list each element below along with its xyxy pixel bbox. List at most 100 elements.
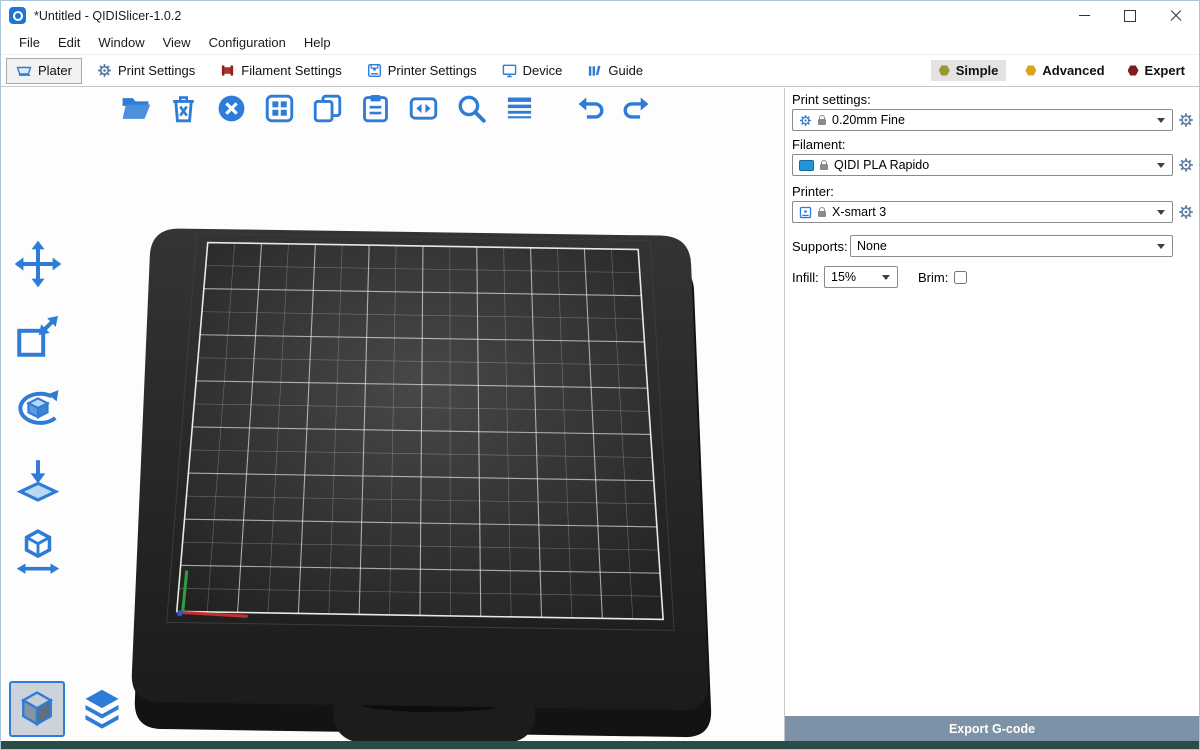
menu-window[interactable]: Window <box>89 32 153 53</box>
tab-device[interactable]: Device <box>492 58 573 83</box>
minimize-button[interactable] <box>1061 1 1107 30</box>
brim-checkbox[interactable] <box>954 271 967 284</box>
app-window: *Untitled - QIDISlicer-1.0.2 File Edit W… <box>0 0 1200 750</box>
layer-list-button[interactable] <box>501 90 538 127</box>
tab-plater[interactable]: Plater <box>6 58 82 84</box>
menu-edit[interactable]: Edit <box>49 32 89 53</box>
infill-combo[interactable]: 15% <box>824 266 898 288</box>
simple-mode-icon <box>939 65 950 76</box>
measure-tool-button[interactable] <box>9 524 67 580</box>
infill-value: 15% <box>831 270 856 284</box>
search-button[interactable] <box>453 90 490 127</box>
print-settings-edit-button[interactable] <box>1177 110 1195 130</box>
plater-icon <box>16 63 32 79</box>
menu-view[interactable]: View <box>154 32 200 53</box>
menu-help[interactable]: Help <box>295 32 340 53</box>
tab-print-settings-label: Print Settings <box>118 63 195 78</box>
printer-edit-button[interactable] <box>1177 202 1195 222</box>
delete-all-button[interactable] <box>213 90 250 127</box>
main-area: Print settings: 0.20mm Fine Filament: <box>1 88 1199 749</box>
split-icon <box>408 93 439 124</box>
view-toggles <box>9 681 130 737</box>
infill-label: Infill: <box>792 270 824 285</box>
cube-3d-view-icon <box>15 687 59 731</box>
layers-preview-icon <box>80 687 124 731</box>
expert-mode-icon <box>1128 65 1139 76</box>
print-settings-combo[interactable]: 0.20mm Fine <box>792 109 1173 131</box>
search-icon <box>456 93 487 124</box>
move-tool-button[interactable] <box>9 236 67 292</box>
export-gcode-button[interactable]: Export G-code <box>785 716 1199 741</box>
brim-label: Brim: <box>918 270 948 285</box>
maximize-button[interactable] <box>1107 1 1153 30</box>
lock-icon <box>818 211 826 217</box>
build-plate-3d[interactable] <box>1 88 784 749</box>
app-logo-icon <box>9 7 26 24</box>
paste-icon <box>360 93 391 124</box>
supports-label: Supports: <box>792 239 850 254</box>
lock-icon <box>820 164 828 170</box>
copy-icon <box>312 93 343 124</box>
print-profile-gear-icon <box>799 114 812 127</box>
tab-printer-settings[interactable]: Printer Settings <box>357 58 487 83</box>
tabbar: Plater Print Settings Filament Settings <box>1 55 1199 87</box>
gear-icon <box>1178 112 1194 128</box>
tab-guide[interactable]: Guide <box>577 58 653 83</box>
arrange-button[interactable] <box>261 90 298 127</box>
filament-edit-button[interactable] <box>1177 155 1195 175</box>
bottom-strip <box>1 741 1199 749</box>
gear-icon <box>1178 157 1194 173</box>
paste-button[interactable] <box>357 90 394 127</box>
device-monitor-icon <box>502 63 517 78</box>
filament-value: QIDI PLA Rapido <box>834 158 929 172</box>
tab-print-settings[interactable]: Print Settings <box>87 58 205 83</box>
supports-value: None <box>857 239 887 253</box>
place-on-face-tool-button[interactable] <box>9 452 67 508</box>
undo-button[interactable] <box>571 90 608 127</box>
redo-button[interactable] <box>619 90 656 127</box>
print-settings-label: Print settings: <box>792 92 1195 107</box>
open-folder-button[interactable] <box>117 90 154 127</box>
print-settings-value: 0.20mm Fine <box>832 113 905 127</box>
filament-label: Filament: <box>792 137 1195 152</box>
mode-advanced[interactable]: Advanced <box>1021 60 1108 81</box>
tab-plater-label: Plater <box>38 63 72 78</box>
printer-combo[interactable]: X-smart 3 <box>792 201 1173 223</box>
layers-preview-button[interactable] <box>74 681 130 737</box>
measure-icon <box>13 527 63 577</box>
place-on-face-icon <box>13 455 63 505</box>
window-title: *Untitled - QIDISlicer-1.0.2 <box>34 9 181 23</box>
mode-simple[interactable]: Simple <box>931 60 1007 81</box>
supports-combo[interactable]: None <box>850 235 1173 257</box>
menu-file[interactable]: File <box>10 32 49 53</box>
mode-simple-label: Simple <box>956 63 999 78</box>
viewport-3d <box>1 88 784 749</box>
scale-tool-button[interactable] <box>9 308 67 364</box>
rotate-icon <box>13 383 63 433</box>
rotate-tool-button[interactable] <box>9 380 67 436</box>
tab-guide-label: Guide <box>608 63 643 78</box>
copy-button[interactable] <box>309 90 346 127</box>
mode-expert[interactable]: Expert <box>1124 60 1189 81</box>
layer-list-icon <box>504 93 535 124</box>
filament-color-swatch <box>799 160 814 171</box>
window-controls <box>1061 1 1199 30</box>
z-axis-indicator <box>177 610 183 616</box>
sidebar: Print settings: 0.20mm Fine Filament: <box>784 88 1199 749</box>
mode-switcher: Simple Advanced Expert <box>931 60 1199 81</box>
tab-printer-settings-label: Printer Settings <box>388 63 477 78</box>
top-toolbar <box>117 90 656 127</box>
split-button[interactable] <box>405 90 442 127</box>
lock-icon <box>818 119 826 125</box>
editor-3d-view-button[interactable] <box>9 681 65 737</box>
menu-configuration[interactable]: Configuration <box>200 32 295 53</box>
mode-advanced-label: Advanced <box>1042 63 1104 78</box>
filament-combo[interactable]: QIDI PLA Rapido <box>792 154 1173 176</box>
left-toolbar <box>9 236 67 580</box>
guide-books-icon <box>587 63 602 78</box>
menubar: File Edit Window View Configuration Help <box>1 30 1199 55</box>
tab-filament-settings[interactable]: Filament Settings <box>210 58 351 83</box>
tab-filament-settings-label: Filament Settings <box>241 63 341 78</box>
delete-button[interactable] <box>165 90 202 127</box>
close-button[interactable] <box>1153 1 1199 30</box>
